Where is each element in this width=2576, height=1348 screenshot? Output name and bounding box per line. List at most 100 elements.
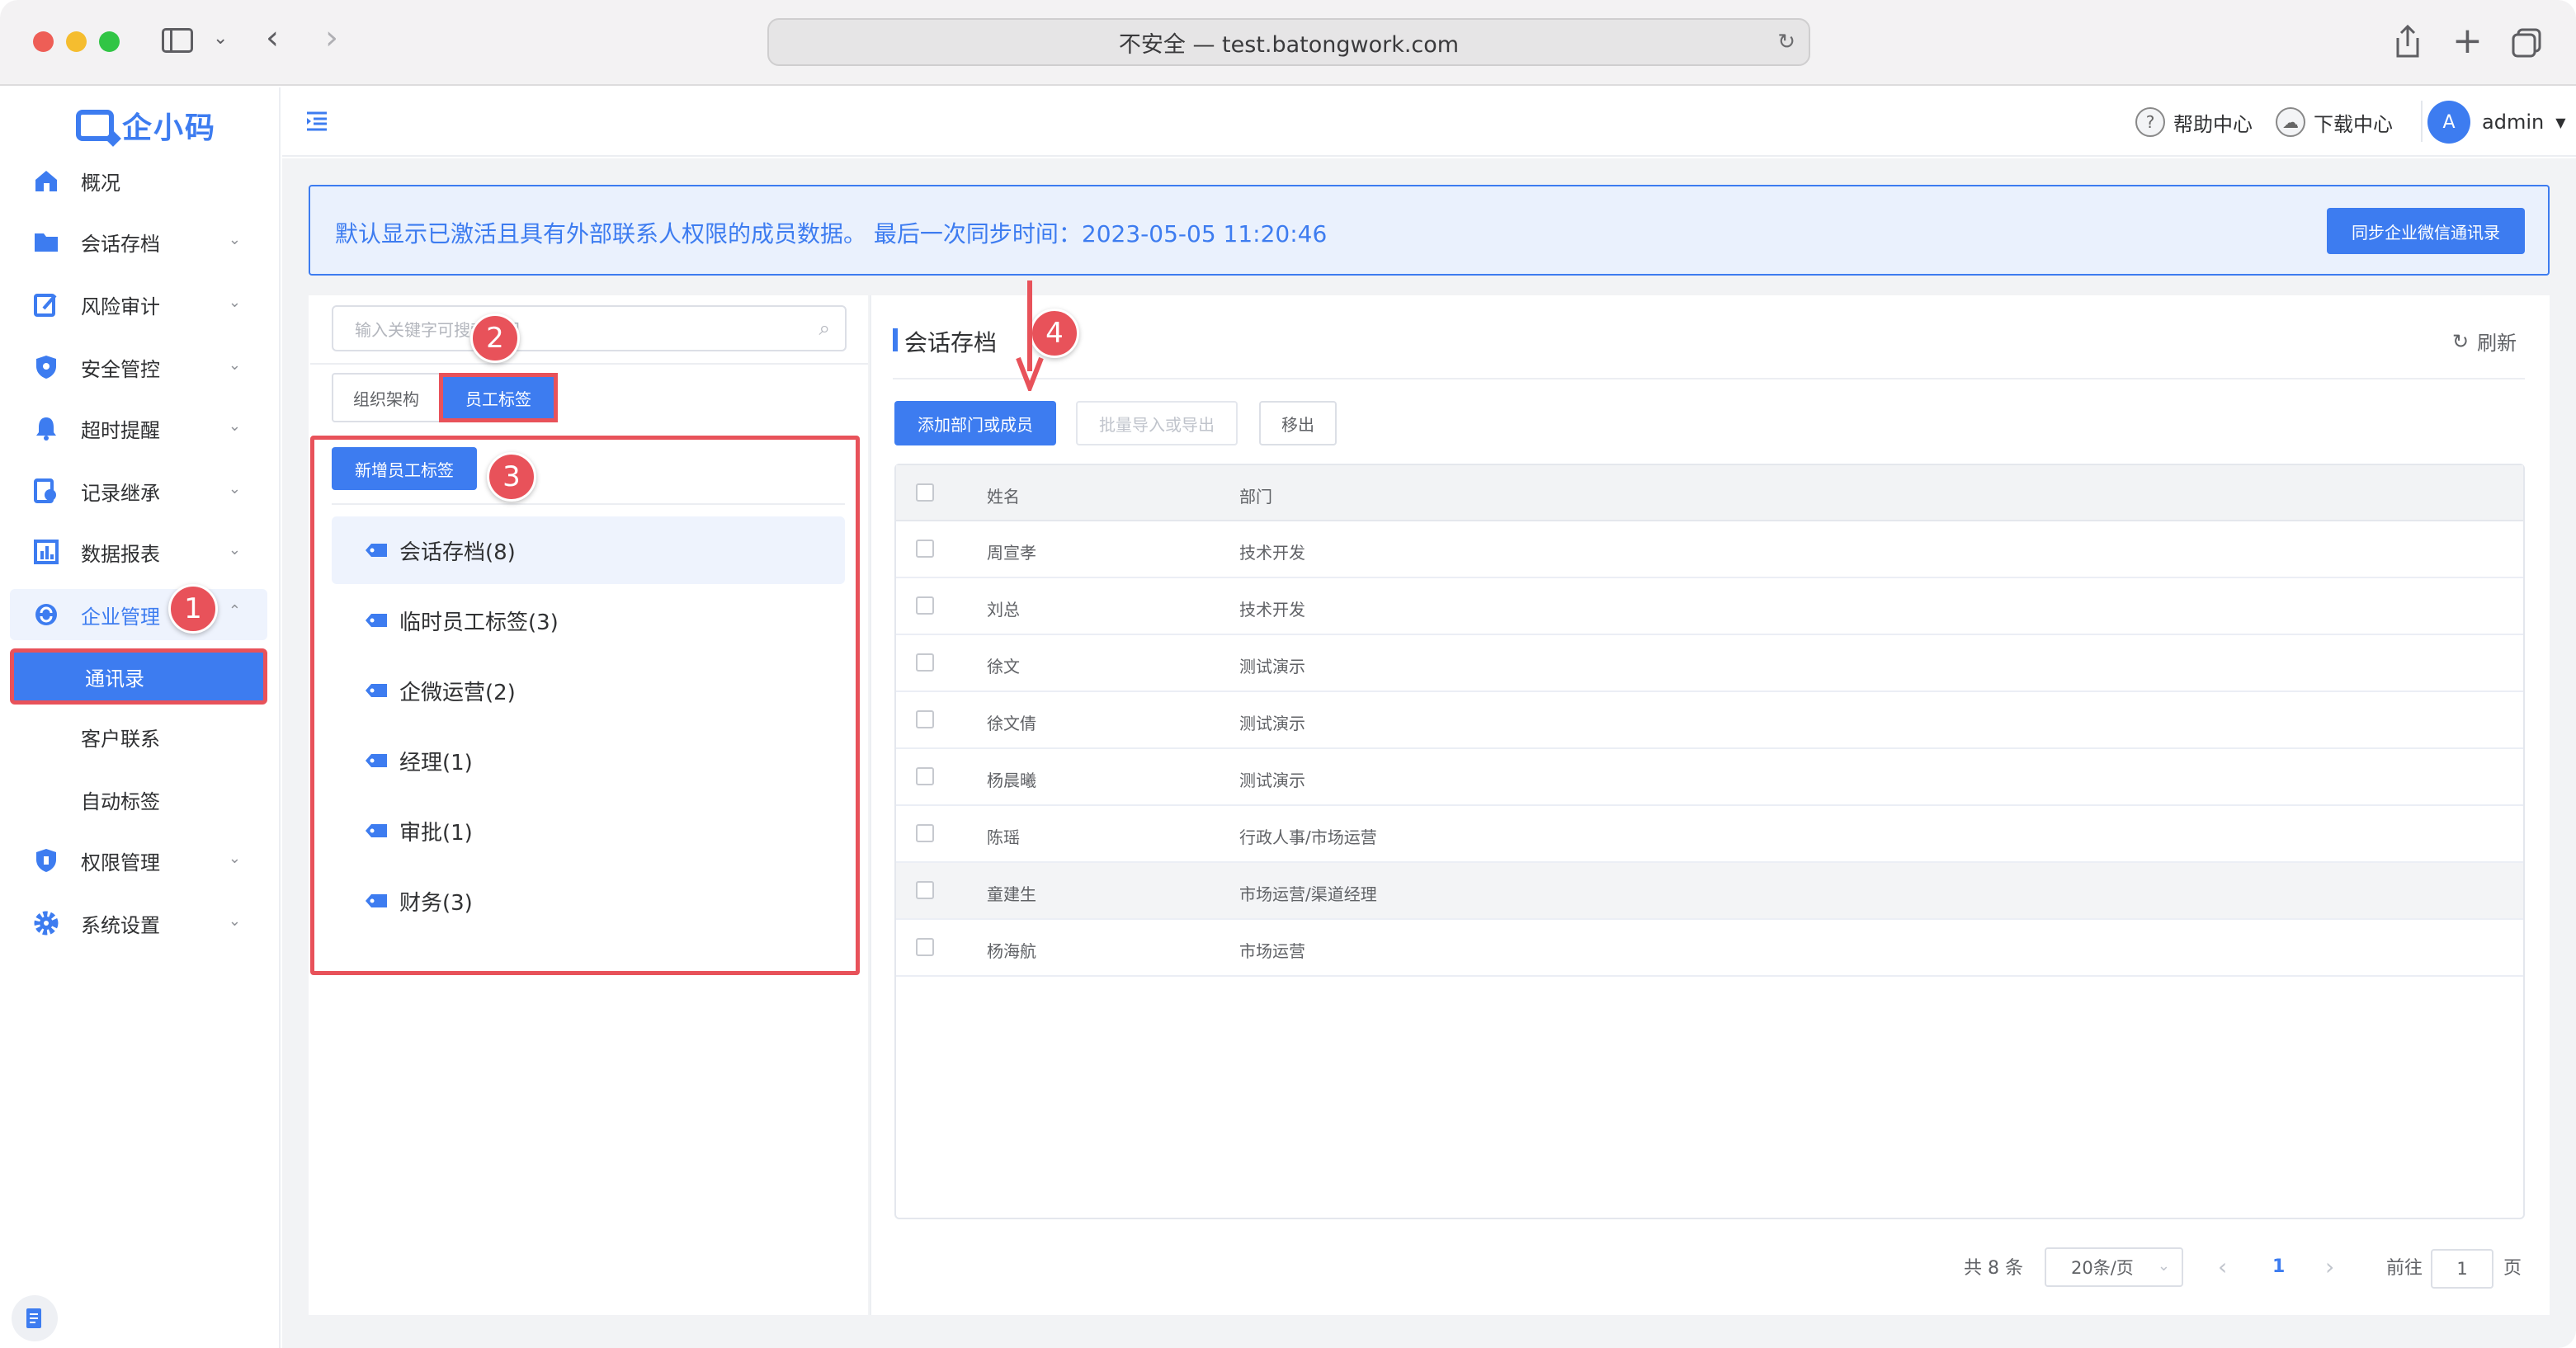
row-checkbox[interactable] [916,540,934,558]
tag-item[interactable]: 会话存档(8) [332,516,845,584]
chevron-down-icon: ⌄ [228,417,241,435]
table-row[interactable]: 刘总 技术开发 [896,578,2523,635]
row-checkbox[interactable] [916,596,934,615]
chevron-down-icon: ⌄ [228,294,241,311]
row-checkbox[interactable] [916,767,934,785]
divider [332,503,845,505]
select-all-checkbox[interactable] [916,483,934,502]
add-tag-button[interactable]: 新增员工标签 [332,447,477,490]
browser-window: ⌄ ‹ › 不安全 — test.batongwork.com ↻ + 企小码 … [0,0,2576,1348]
browser-toolbar: ⌄ ‹ › 不安全 — test.batongwork.com ↻ + [0,0,2576,86]
forward-arrow-icon[interactable]: › [325,21,338,54]
chevron-down-icon: ⌄ [228,912,241,930]
row-checkbox[interactable] [916,881,934,899]
chevron-down-icon: ⌄ [2157,1257,2170,1275]
row-checkbox[interactable] [916,938,934,956]
menu-collapse-icon[interactable] [305,111,328,132]
row-checkbox[interactable] [916,710,934,728]
sidebar-item-permission[interactable]: 权限管理 ⌄ [10,835,267,886]
tag-item[interactable]: 临时员工标签(3) [332,587,845,654]
sidebar-item-security[interactable]: 安全管控 ⌄ [10,342,267,393]
refresh-button[interactable]: ↻ 刷新 [2452,327,2517,356]
row-checkbox[interactable] [916,653,934,672]
reload-icon[interactable]: ↻ [1777,30,1795,54]
help-center-link[interactable]: ? 帮助中心 [2135,106,2253,139]
top-header: ? 帮助中心 ☁ 下载中心 A admin ▼ [282,87,2576,157]
folder-icon [31,227,61,257]
goto-page-input[interactable]: 1 [2431,1249,2493,1289]
table-row[interactable]: 周宣孝 技术开发 [896,521,2523,578]
share-icon[interactable] [2393,23,2423,59]
panel-title: 会话存档 [904,329,998,356]
department-search-input[interactable]: 输入关键字可搜索部门 ⌕ [332,305,847,351]
cloud-download-icon: ☁ [2276,107,2305,137]
table-row[interactable]: 杨海航 市场运营 [896,920,2523,977]
sidebar-item-settings[interactable]: 系统设置 ⌄ [10,898,267,949]
table-row[interactable]: 徐文 测试演示 [896,635,2523,692]
chevron-up-icon: ⌃ [228,602,241,620]
shield-icon [31,352,61,382]
divider [310,363,868,365]
chart-icon [31,537,61,567]
maximize-window-button[interactable] [99,31,120,52]
title-marker [893,328,898,351]
page-size-select[interactable]: 20条/页 ⌄ [2045,1247,2183,1287]
chevron-down-icon: ⌄ [228,231,241,248]
settings-icon [31,908,61,938]
table-row[interactable]: 陈瑶 行政人事/市场运营 [896,806,2523,863]
tag-icon [366,614,387,627]
sidebar-item-timeout-reminder[interactable]: 超时提醒 ⌄ [10,403,267,454]
table-row[interactable]: 徐文倩 测试演示 [896,692,2523,749]
row-checkbox[interactable] [916,824,934,842]
tag-item[interactable]: 审批(1) [332,797,845,865]
next-page-icon[interactable]: › [2325,1246,2334,1287]
new-tab-icon[interactable]: + [2452,23,2483,59]
download-center-link[interactable]: ☁ 下载中心 [2276,106,2393,139]
tag-item[interactable]: 财务(3) [332,867,845,935]
minimize-window-button[interactable] [66,31,87,52]
pagination-total: 共 8 条 [1964,1258,2023,1279]
page-number-current[interactable]: 1 [2272,1246,2285,1287]
remove-button[interactable]: 移出 [1259,401,1337,445]
sidebar-item-record-inherit[interactable]: 记录继承 ⌄ [10,465,267,516]
chevron-down-icon[interactable]: ⌄ [213,30,228,48]
sidebar-item-risk-audit[interactable]: 风险审计 ⌄ [10,279,267,330]
import-export-button[interactable]: 批量导入或导出 [1076,401,1238,445]
logo-icon [76,110,114,141]
chevron-down-icon: ⌄ [228,850,241,867]
sidebar-item-overview[interactable]: 概况 [10,155,267,206]
sidebar-toggle-icon[interactable] [162,28,193,53]
tabs-overview-icon[interactable] [2510,26,2543,59]
tab-employee-tags[interactable]: 员工标签 [439,373,558,422]
sidebar-subitem-contacts[interactable]: 通讯录 [10,648,267,705]
tag-icon [366,684,387,697]
tag-icon [366,754,387,767]
sidebar-item-enterprise[interactable]: 企业管理 ⌃ [10,589,267,640]
user-menu[interactable]: A admin ▼ [2427,101,2566,144]
tab-org-structure[interactable]: 组织架构 [332,373,441,422]
question-icon: ? [2135,107,2165,137]
caret-down-icon: ▼ [2555,114,2566,130]
tag-item[interactable]: 经理(1) [332,727,845,794]
address-bar[interactable]: 不安全 — test.batongwork.com ↻ [767,18,1810,66]
tag-icon [366,824,387,837]
sidebar-item-chat-archive[interactable]: 会话存档 ⌄ [10,216,267,267]
sidebar-subitem-customer-contact[interactable]: 客户联系 [10,711,267,762]
tag-item[interactable]: 企微运营(2) [332,657,845,724]
document-icon[interactable] [12,1295,58,1341]
goto-label: 前往 [2386,1258,2423,1279]
sidebar-subitem-auto-tag[interactable]: 自动标签 [10,774,267,825]
back-arrow-icon[interactable]: ‹ [266,21,279,54]
enterprise-icon [31,600,61,629]
annotation-arrow-icon [1016,280,1044,391]
close-window-button[interactable] [33,31,54,52]
table-row[interactable]: 杨晨曦 测试演示 [896,749,2523,806]
address-text: 不安全 — test.batongwork.com [1118,31,1460,58]
annotation-badge-3: 3 [487,452,536,502]
refresh-icon: ↻ [2452,329,2470,353]
prev-page-icon[interactable]: ‹ [2218,1246,2227,1287]
sidebar-item-data-report[interactable]: 数据报表 ⌄ [10,526,267,577]
add-member-button[interactable]: 添加部门或成员 [894,401,1056,445]
sync-contacts-button[interactable]: 同步企业微信通讯录 [2327,208,2525,254]
table-row[interactable]: 童建生 市场运营/渠道经理 [896,863,2523,920]
